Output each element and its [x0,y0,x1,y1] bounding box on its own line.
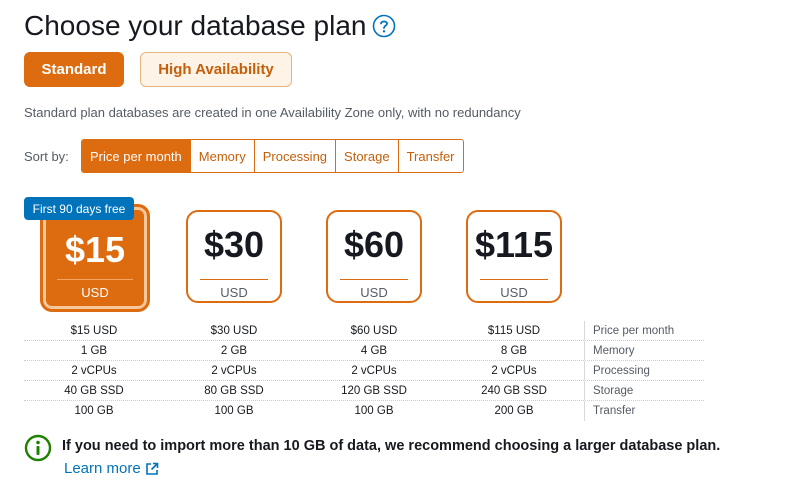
spec-label: Price per month [584,321,704,340]
sort-processing-button[interactable]: Processing [253,140,336,172]
spec-cell: $15 USD [70,324,118,337]
sort-memory-button[interactable]: Memory [189,140,254,172]
spec-cell: 100 GB [354,405,394,417]
help-circle-icon[interactable] [372,14,396,38]
spec-label: Processing [584,361,704,380]
spec-cell: 100 GB [74,405,114,417]
plan-price: $15 [64,229,126,270]
plan-card-30[interactable]: $30 USD [186,210,282,303]
spec-cell: 2 vCPUs [211,364,257,377]
divider [480,279,548,280]
divider [200,279,268,280]
spec-label: Memory [584,341,704,360]
plan-price: $60 [343,224,405,265]
spec-cell: 240 GB SSD [481,384,547,397]
spec-cell: 120 GB SSD [341,384,407,397]
sort-label: Sort by: [24,149,69,164]
spec-cell: 2 vCPUs [71,364,117,377]
free-tier-badge: First 90 days free [24,197,134,220]
spec-cell: $115 USD [487,324,541,337]
spec-cell: 2 GB [220,344,248,357]
spec-cell: $60 USD [350,324,398,337]
info-alert: If you need to import more than 10 GB of… [24,434,720,462]
spec-row-transfer: 100 GB 100 GB 100 GB 200 GB Transfer [24,401,704,421]
plan-price: $30 [203,224,265,265]
spec-cell: 2 vCPUs [491,364,537,377]
sort-storage-button[interactable]: Storage [335,140,398,172]
spec-cell: 1 GB [80,344,108,357]
plan-currency: USD [360,285,388,300]
sort-price-button[interactable]: Price per month [82,140,190,172]
external-link-icon [145,462,159,476]
plan-description: Standard plan databases are created in o… [24,105,521,120]
learn-more-text[interactable]: Learn more [64,460,141,477]
high-availability-plan-button[interactable]: High Availability [140,52,292,87]
info-circle-icon [24,434,52,462]
spec-cell: 200 GB [494,405,534,417]
spec-cell: 2 vCPUs [351,364,397,377]
plan-card-115[interactable]: $115 USD [466,210,562,303]
spec-cell: $30 USD [210,324,258,337]
learn-more-link[interactable]: Learn more [64,460,159,477]
spec-cell: 100 GB [214,405,254,417]
plan-currency: USD [81,285,109,300]
plan-currency: USD [220,285,248,300]
spec-row-price: $15 USD $30 USD $60 USD $115 USD Price p… [24,321,704,341]
sort-options: Price per month Memory Processing Storag… [81,139,464,173]
spec-row-processing: 2 vCPUs 2 vCPUs 2 vCPUs 2 vCPUs Processi… [24,361,704,381]
divider [340,279,408,280]
plan-currency: USD [500,285,528,300]
page-title-text: Choose your database plan [24,10,367,41]
spec-cell: 40 GB SSD [64,384,124,397]
plan-price: $115 [474,224,554,265]
spec-row-storage: 40 GB SSD 80 GB SSD 120 GB SSD 240 GB SS… [24,381,704,401]
divider [57,279,133,280]
plan-card-15[interactable]: $15 USD [40,204,150,312]
standard-plan-button[interactable]: Standard [24,52,124,87]
spec-row-memory: 1 GB 2 GB 4 GB 8 GB Memory [24,341,704,361]
page-title: Choose your database plan [24,10,396,42]
spec-cell: 8 GB [500,344,528,357]
sort-transfer-button[interactable]: Transfer [397,140,463,172]
spec-label: Transfer [584,401,704,421]
spec-cell: 80 GB SSD [204,384,264,397]
plan-specs-table: $15 USD $30 USD $60 USD $115 USD Price p… [24,321,704,421]
spec-label: Storage [584,381,704,400]
info-message: If you need to import more than 10 GB of… [62,438,721,454]
spec-cell: 4 GB [360,344,388,357]
plan-card-60[interactable]: $60 USD [326,210,422,303]
